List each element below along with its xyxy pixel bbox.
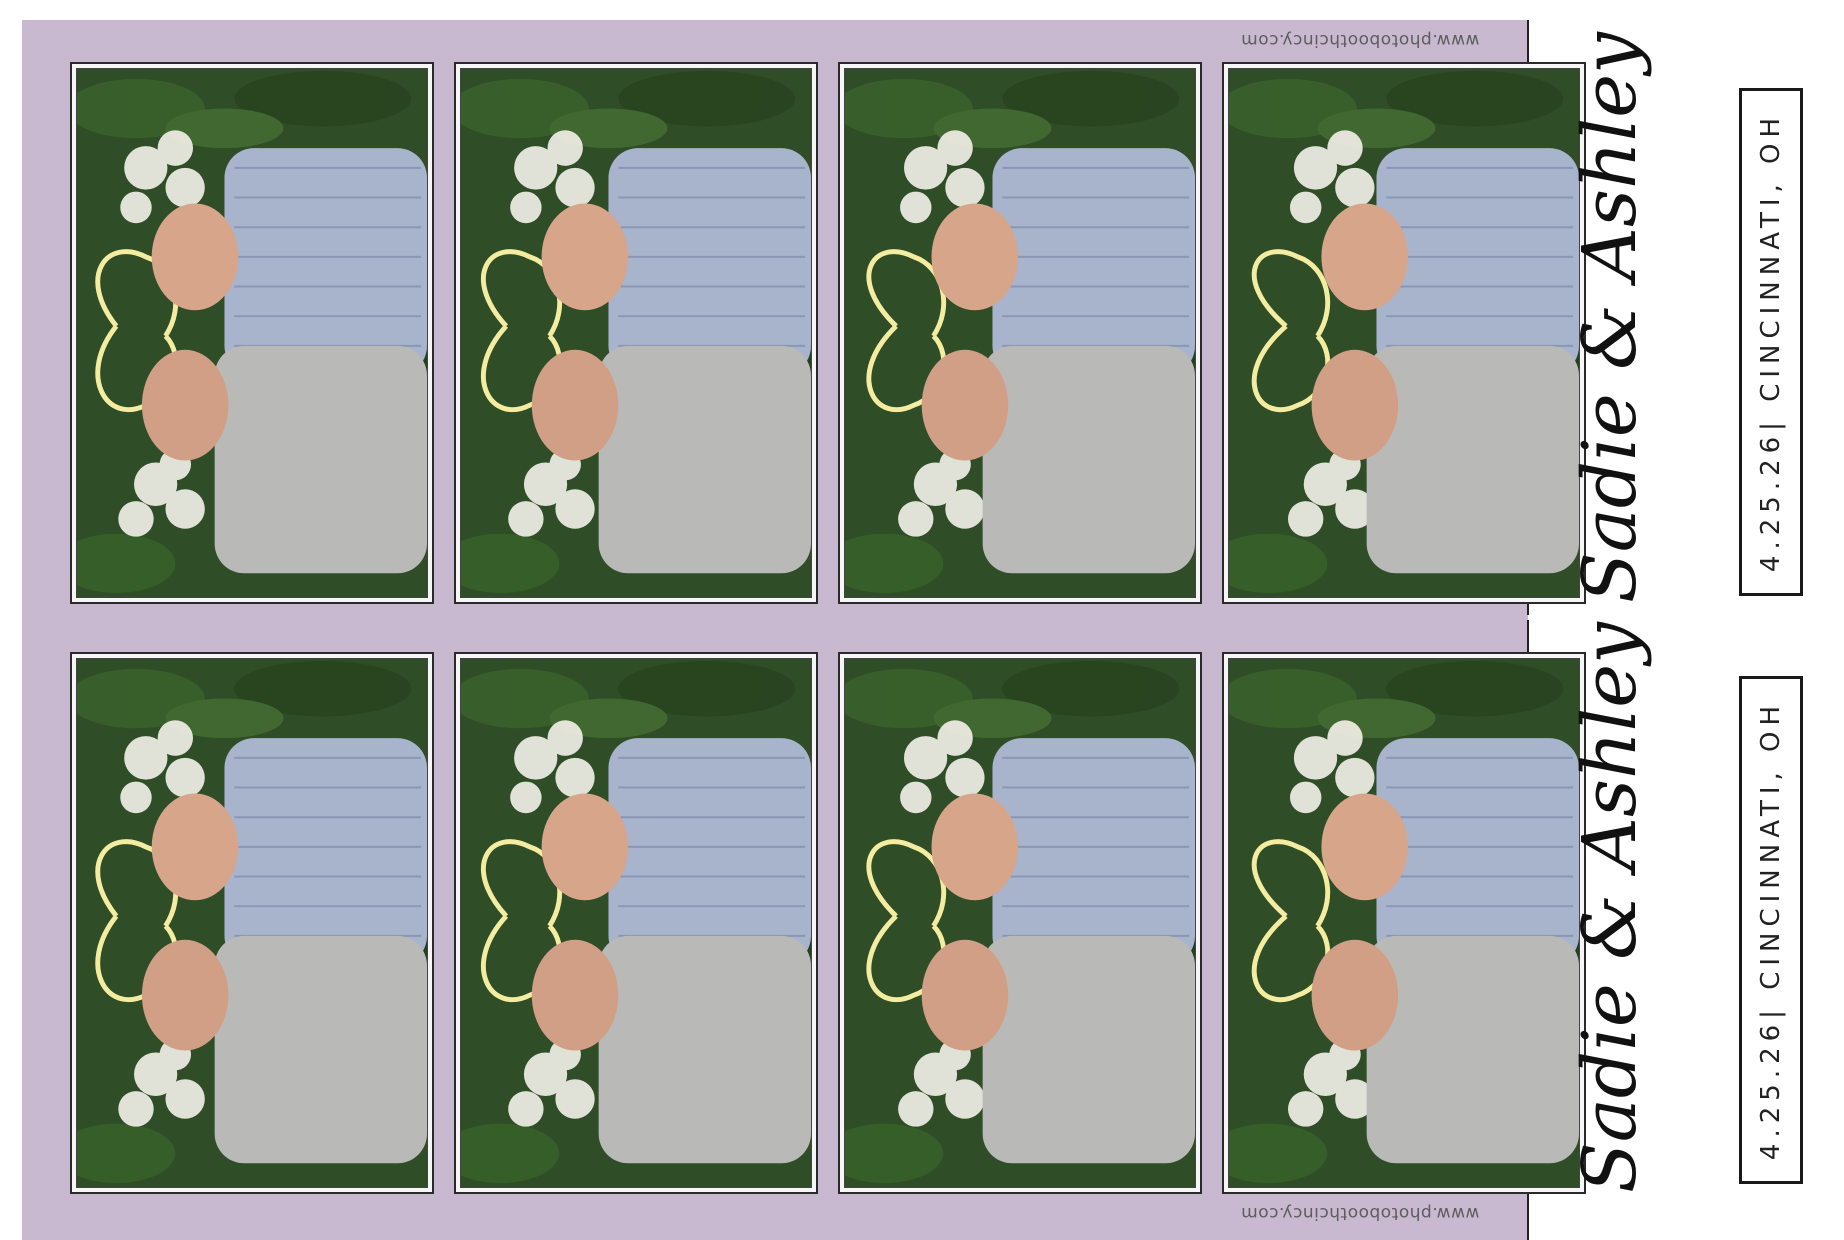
date-location-text-top: 4.25.26| CINCINNATI, OH bbox=[1756, 111, 1786, 573]
date-location-text-bottom: 4.25.26| CINCINNATI, OH bbox=[1756, 699, 1786, 1161]
photo-frame bbox=[70, 652, 434, 1194]
booth-photo bbox=[844, 68, 1196, 598]
booth-photo bbox=[460, 658, 812, 1188]
couple-names-bottom: Sadie & Ashley bbox=[1567, 622, 1653, 1193]
booth-photo bbox=[844, 658, 1196, 1188]
date-location-box-top: 4.25.26| CINCINNATI, OH bbox=[1739, 88, 1803, 596]
website-text-top: www.photoboothcincy.com bbox=[1240, 30, 1480, 50]
booth-photo bbox=[76, 658, 428, 1188]
website-text-bottom: www.photoboothcincy.com bbox=[1240, 1203, 1480, 1223]
photo-frame bbox=[454, 62, 818, 604]
booth-photo bbox=[1228, 658, 1580, 1188]
couple-names-top: Sadie & Ashley bbox=[1567, 32, 1653, 603]
photo-frame bbox=[1222, 652, 1586, 1194]
photo-frame bbox=[454, 652, 818, 1194]
photo-frame bbox=[838, 62, 1202, 604]
booth-photo bbox=[460, 68, 812, 598]
photo-frame bbox=[838, 652, 1202, 1194]
date-location-box-bottom: 4.25.26| CINCINNATI, OH bbox=[1739, 676, 1803, 1184]
photo-frame bbox=[70, 62, 434, 604]
booth-photo bbox=[76, 68, 428, 598]
booth-photo bbox=[1228, 68, 1580, 598]
photo-frame bbox=[1222, 62, 1586, 604]
